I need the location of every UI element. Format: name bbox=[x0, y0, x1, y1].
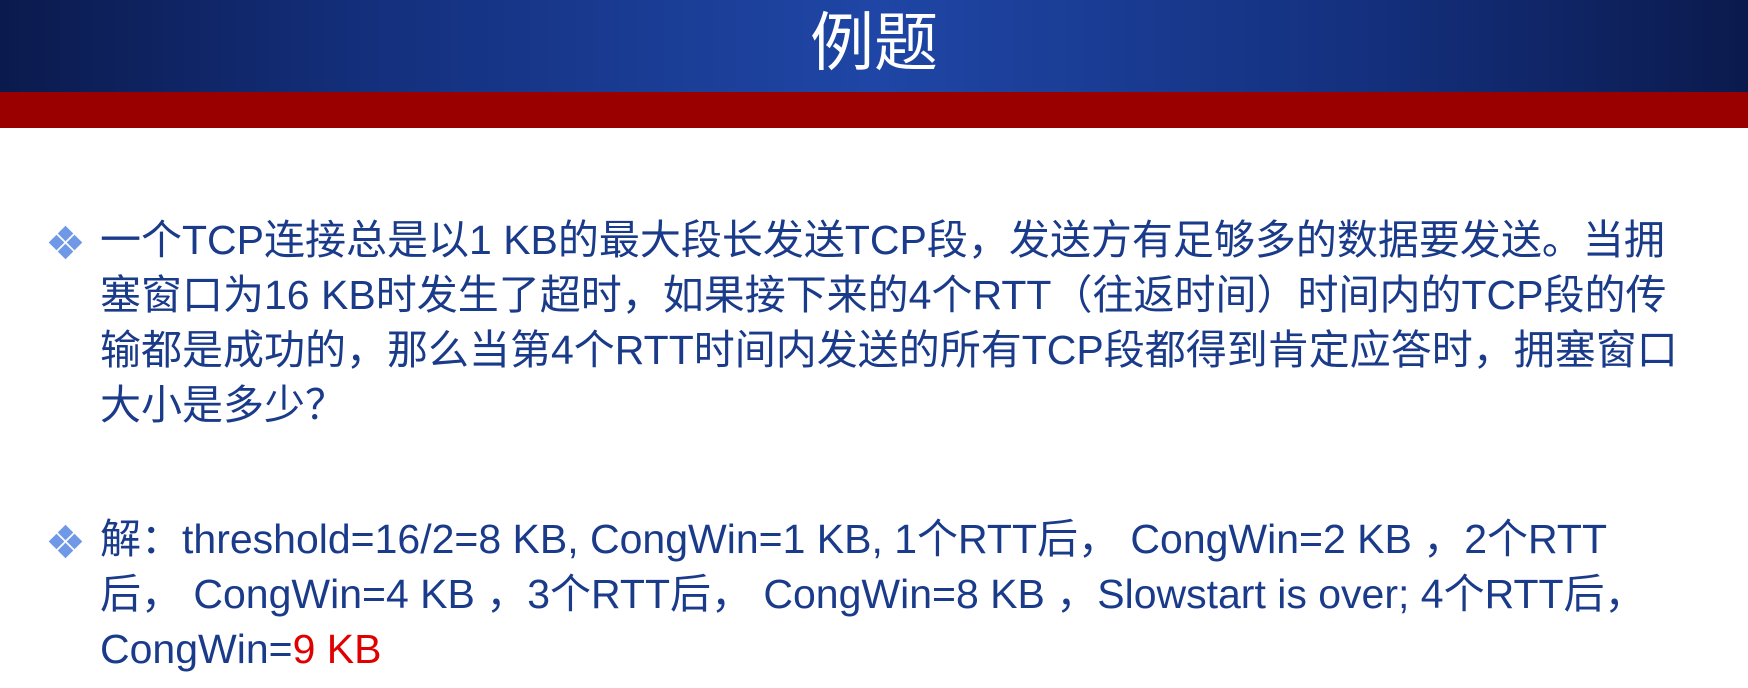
slide: 例题 一个TCP连接总是以1 KB的最大段长发送TCP段，发送方有足够多的数据要… bbox=[0, 0, 1748, 688]
answer-text-block: 解：threshold=16/2=8 KB, CongWin=1 KB, 1个R… bbox=[100, 512, 1688, 677]
accent-bar bbox=[0, 92, 1748, 128]
diamond-bullet-icon bbox=[48, 524, 83, 559]
diamond-bullet-icon bbox=[48, 225, 83, 260]
question-bullet: 一个TCP连接总是以1 KB的最大段长发送TCP段，发送方有足够多的数据要发送。… bbox=[48, 213, 1688, 433]
final-answer: 9 KB bbox=[292, 626, 382, 672]
question-text: 一个TCP连接总是以1 KB的最大段长发送TCP段，发送方有足够多的数据要发送。… bbox=[100, 217, 1678, 428]
slide-title: 例题 bbox=[810, 7, 938, 81]
answer-bullet: 解：threshold=16/2=8 KB, CongWin=1 KB, 1个R… bbox=[48, 512, 1688, 677]
